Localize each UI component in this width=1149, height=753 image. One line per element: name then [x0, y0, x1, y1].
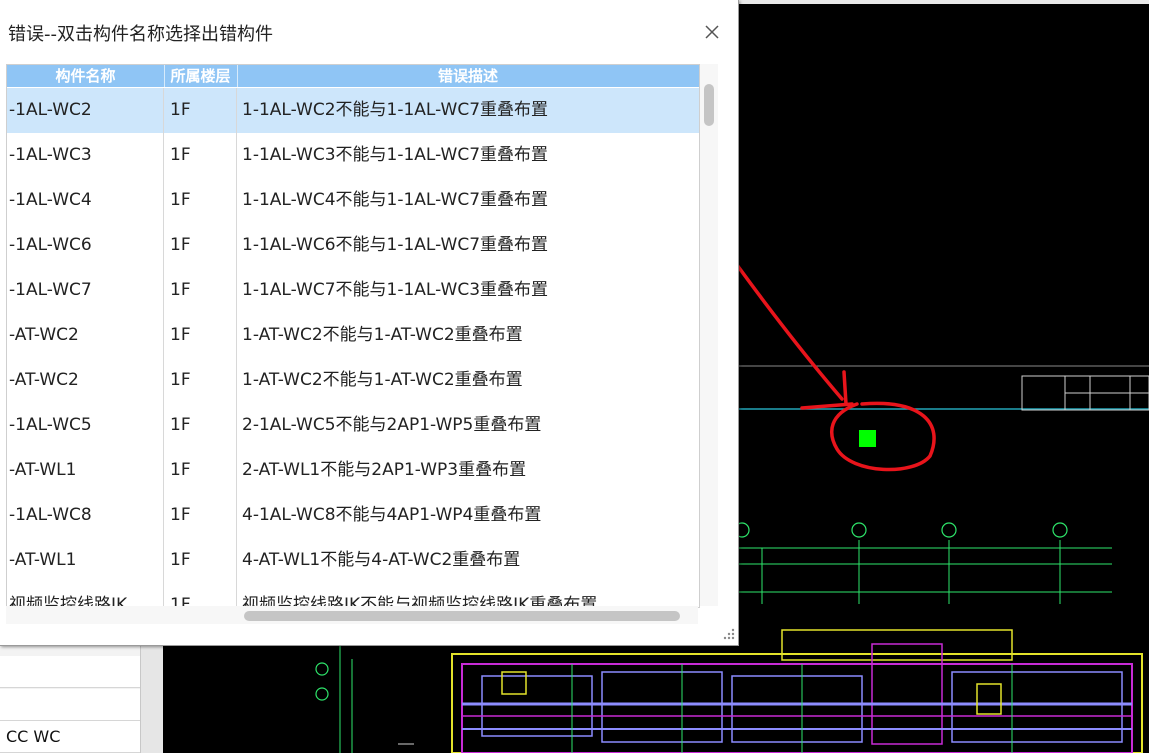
list-item-label: CC WC — [6, 727, 61, 746]
horizontal-scrollbar[interactable] — [6, 606, 698, 624]
table-row[interactable]: -1AL-WC8 1F 4-1AL-WC8不能与4AP1-WP4重叠布置 — [7, 493, 699, 539]
cell-component-name[interactable]: -AT-WC2 — [7, 313, 164, 358]
cell-component-name[interactable]: -1AL-WC5 — [7, 403, 164, 448]
cell-floor[interactable]: 1F — [164, 268, 237, 313]
cell-component-name[interactable]: 视频监控线路JK — [7, 583, 164, 607]
table-row[interactable]: 视频监控线路JK 1F 视频监控线路JK不能与视频监控线路JK重叠布置 — [7, 583, 699, 607]
list-item[interactable]: CC WC — [0, 721, 140, 753]
cell-component-name[interactable]: -1AL-WC7 — [7, 268, 164, 313]
cell-error-description[interactable]: 1-1AL-WC3不能与1-1AL-WC7重叠布置 — [237, 133, 699, 178]
cell-error-description[interactable]: 1-1AL-WC4不能与1-1AL-WC7重叠布置 — [237, 178, 699, 223]
resize-grip-icon[interactable] — [722, 627, 736, 641]
cell-error-description[interactable]: 1-1AL-WC7不能与1-1AL-WC3重叠布置 — [237, 268, 699, 313]
cell-floor[interactable]: 1F — [164, 493, 237, 538]
table-row[interactable]: -1AL-WC2 1F 1-1AL-WC2不能与1-1AL-WC7重叠布置 — [7, 88, 699, 134]
cell-floor[interactable]: 1F — [164, 403, 237, 448]
cell-error-description[interactable]: 4-AT-WL1不能与4-AT-WC2重叠布置 — [237, 538, 699, 583]
cell-component-name[interactable]: -AT-WL1 — [7, 538, 164, 583]
table-row[interactable]: -1AL-WC4 1F 1-1AL-WC4不能与1-1AL-WC7重叠布置 — [7, 178, 699, 224]
table-row[interactable]: -1AL-WC7 1F 1-1AL-WC7不能与1-1AL-WC3重叠布置 — [7, 268, 699, 314]
cell-component-name[interactable]: -1AL-WC6 — [7, 223, 164, 268]
list-item[interactable] — [0, 689, 140, 721]
close-button[interactable] — [700, 20, 724, 44]
error-table: 构件名称 所属楼层 错误描述 -1AL-WC2 1F 1-1AL-WC2不能与1-1… — [6, 64, 700, 608]
table-row[interactable]: -1AL-WC6 1F 1-1AL-WC6不能与1-1AL-WC7重叠布置 — [7, 223, 699, 269]
cell-error-description[interactable]: 2-1AL-WC5不能与2AP1-WP5重叠布置 — [237, 403, 699, 448]
table-row[interactable]: -1AL-WC5 1F 2-1AL-WC5不能与2AP1-WP5重叠布置 — [7, 403, 699, 449]
error-dialog: 错误--双击构件名称选择出错构件 构件名称 所属楼层 错误描述 -1AL-WC2… — [0, 0, 739, 646]
cell-floor[interactable]: 1F — [164, 88, 237, 133]
cell-floor[interactable]: 1F — [164, 133, 237, 178]
cell-error-description[interactable]: 4-1AL-WC8不能与4AP1-WP4重叠布置 — [237, 493, 699, 538]
cell-floor[interactable]: 1F — [164, 448, 237, 493]
vertical-scrollbar[interactable] — [700, 64, 718, 606]
vertical-scroll-thumb[interactable] — [704, 84, 714, 126]
cell-error-description[interactable]: 视频监控线路JK不能与视频监控线路JK重叠布置 — [237, 583, 699, 607]
cell-floor[interactable]: 1F — [164, 358, 237, 403]
table-row[interactable]: -1AL-WC3 1F 1-1AL-WC3不能与1-1AL-WC7重叠布置 — [7, 133, 699, 179]
table-header: 构件名称 所属楼层 错误描述 — [7, 65, 699, 87]
cell-floor[interactable]: 1F — [164, 538, 237, 583]
table-row[interactable]: -AT-WL1 1F 4-AT-WL1不能与4-AT-WC2重叠布置 — [7, 538, 699, 584]
error-marker[interactable] — [859, 430, 876, 447]
table-row[interactable]: -AT-WL1 1F 2-AT-WL1不能与2AP1-WP3重叠布置 — [7, 448, 699, 494]
cell-error-description[interactable]: 1-1AL-WC6不能与1-1AL-WC7重叠布置 — [237, 223, 699, 268]
cell-component-name[interactable]: -1AL-WC4 — [7, 178, 164, 223]
cell-error-description[interactable]: 1-AT-WC2不能与1-AT-WC2重叠布置 — [237, 358, 699, 403]
dialog-title: 错误--双击构件名称选择出错构件 — [8, 24, 273, 45]
cell-component-name[interactable]: -AT-WC2 — [7, 358, 164, 403]
table-row[interactable]: -AT-WC2 1F 1-AT-WC2不能与1-AT-WC2重叠布置 — [7, 358, 699, 404]
header-component-name[interactable]: 构件名称 — [7, 65, 165, 87]
cell-component-name[interactable]: -1AL-WC2 — [7, 88, 164, 133]
cell-component-name[interactable]: -1AL-WC3 — [7, 133, 164, 178]
list-item[interactable] — [0, 656, 140, 688]
header-error-description[interactable]: 错误描述 — [237, 65, 699, 87]
table-row[interactable]: -AT-WC2 1F 1-AT-WC2不能与1-AT-WC2重叠布置 — [7, 313, 699, 359]
horizontal-scroll-thumb[interactable] — [244, 611, 680, 621]
cell-error-description[interactable]: 1-AT-WC2不能与1-AT-WC2重叠布置 — [237, 313, 699, 358]
cell-error-description[interactable]: 1-1AL-WC2不能与1-1AL-WC7重叠布置 — [237, 88, 699, 133]
cell-error-description[interactable]: 2-AT-WL1不能与2AP1-WP3重叠布置 — [237, 448, 699, 493]
cell-floor[interactable]: 1F — [164, 313, 237, 358]
cell-component-name[interactable]: -1AL-WC8 — [7, 493, 164, 538]
cell-component-name[interactable]: -AT-WL1 — [7, 448, 164, 493]
cell-floor[interactable]: 1F — [164, 178, 237, 223]
header-floor[interactable]: 所属楼层 — [164, 65, 238, 87]
cell-floor[interactable]: 1F — [164, 583, 237, 607]
close-icon — [705, 25, 719, 39]
cell-floor[interactable]: 1F — [164, 223, 237, 268]
